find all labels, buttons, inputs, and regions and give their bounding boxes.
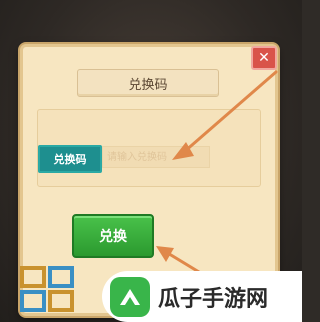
watermark-brand: 瓜子手游网	[102, 271, 302, 322]
site-logo-icon	[20, 266, 74, 312]
watermark-brand-name: 瓜子手游网	[158, 286, 269, 312]
melon-seed-logo-icon	[110, 276, 150, 317]
arrow-to-input-icon	[172, 70, 278, 160]
